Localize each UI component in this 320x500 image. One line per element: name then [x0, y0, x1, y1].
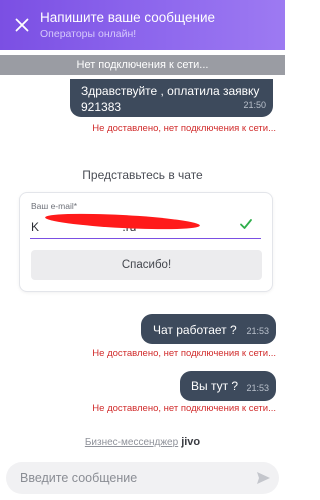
header-text: Напишите ваше сообщение Операторы онлайн… [40, 9, 215, 42]
delivery-error: Не доставлено, нет подключения к сети... [92, 348, 276, 359]
delivery-error: Не доставлено, нет подключения к сети... [92, 123, 276, 134]
delivery-error: Не доставлено, нет подключения к сети... [92, 403, 276, 414]
message-bubble: Чат работает ? 21:53 [141, 314, 276, 344]
jivo-logo: jivo [181, 436, 201, 448]
send-icon[interactable] [256, 471, 271, 485]
message-text: Вы тут ? [191, 379, 239, 393]
message-text: Здравствуйте , оплатила заявку 921383 [81, 84, 260, 114]
message-text: Чат работает ? [153, 323, 237, 337]
check-icon [240, 219, 252, 229]
header-title: Напишите ваше сообщение [40, 9, 216, 25]
message-time: 21:50 [243, 100, 266, 110]
operators-status: Операторы онлайн! [40, 27, 137, 40]
intro-title: Представьтесь в чате [82, 168, 203, 182]
message-input[interactable] [20, 462, 240, 494]
connection-banner: Нет подключения к сети... [0, 55, 285, 75]
message-bubble: Здравствуйте , оплатила заявку 921383 21… [70, 79, 273, 117]
thanks-button[interactable]: Спасибо! [31, 250, 262, 280]
branding-link[interactable]: Бизнес-мессенджер jivo [0, 436, 285, 448]
email-label: Ваш e-mail* [31, 201, 78, 211]
close-icon [15, 18, 29, 32]
message-composer [6, 462, 279, 494]
message-bubble: Вы тут ? 21:53 [180, 371, 276, 401]
message-time: 21:53 [246, 326, 269, 336]
chat-header: Напишите ваше сообщение Операторы онлайн… [0, 0, 285, 50]
branding-text: Бизнес-мессенджер [84, 437, 179, 448]
close-button[interactable] [7, 0, 37, 50]
intro-form: Ваш e-mail* Спасибо! [19, 192, 273, 292]
message-time: 21:53 [246, 383, 269, 393]
